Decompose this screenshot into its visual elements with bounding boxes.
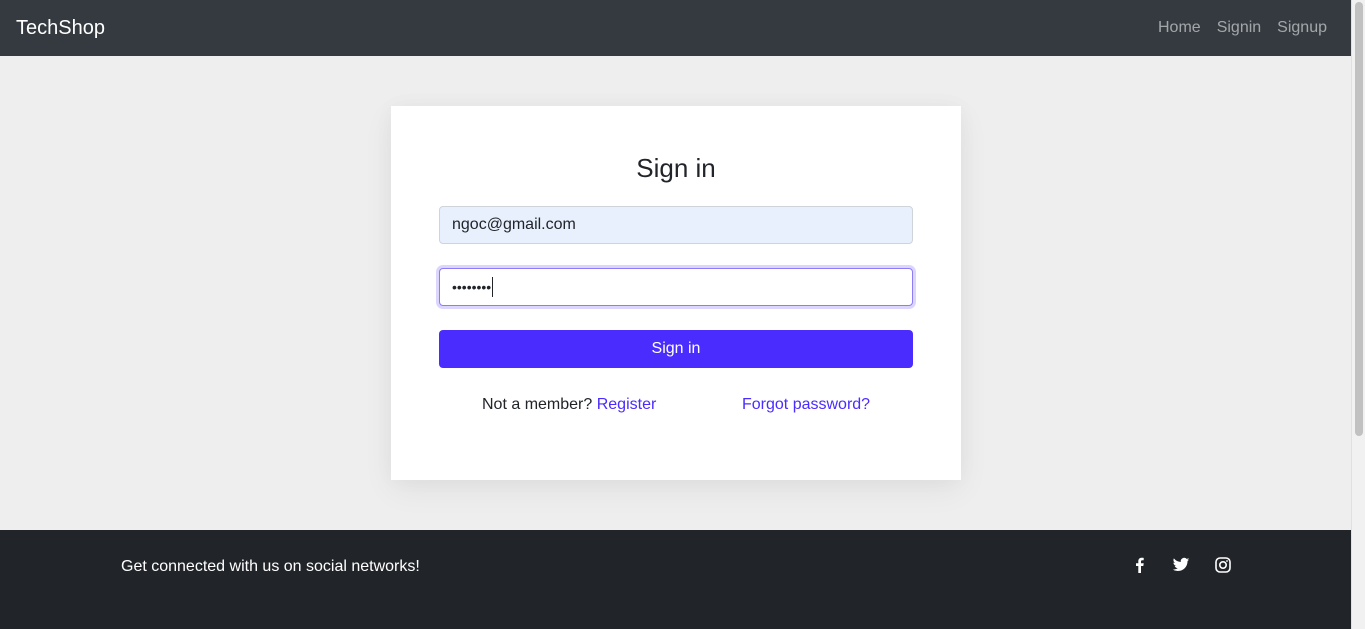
signin-title: Sign in [636,153,716,183]
instagram-icon[interactable] [1214,556,1232,574]
footer: Get connected with us on social networks… [0,530,1351,629]
register-prompt: Not a member? Register [482,395,656,415]
signin-card: Sign in •••••••• Sign in Not a member? R… [391,106,961,480]
not-member-text: Not a member? [482,396,593,413]
brand-logo[interactable]: TechShop [16,16,105,40]
nav-link-home[interactable]: Home [1142,17,1201,39]
forgot-password-link[interactable]: Forgot password? [742,395,870,415]
twitter-icon[interactable] [1172,556,1190,574]
nav-link-signin[interactable]: Signin [1201,17,1261,39]
page-scrollbar[interactable] [1351,0,1365,629]
footer-tagline: Get connected with us on social networks… [121,558,420,575]
nav-link-signup[interactable]: Signup [1261,17,1327,39]
signin-button[interactable]: Sign in [439,330,913,368]
register-link[interactable]: Register [597,396,657,413]
navbar: TechShop Home Signin Signup [0,0,1351,56]
password-field[interactable]: •••••••• [439,268,913,306]
nav-links: Home Signin Signup [1142,17,1327,39]
facebook-icon[interactable] [1131,556,1149,574]
text-caret [492,277,494,297]
email-field[interactable] [439,206,913,244]
main-content: Sign in •••••••• Sign in Not a member? R… [0,56,1351,530]
scrollbar-thumb[interactable] [1355,2,1363,436]
password-mask: •••••••• [452,279,492,295]
